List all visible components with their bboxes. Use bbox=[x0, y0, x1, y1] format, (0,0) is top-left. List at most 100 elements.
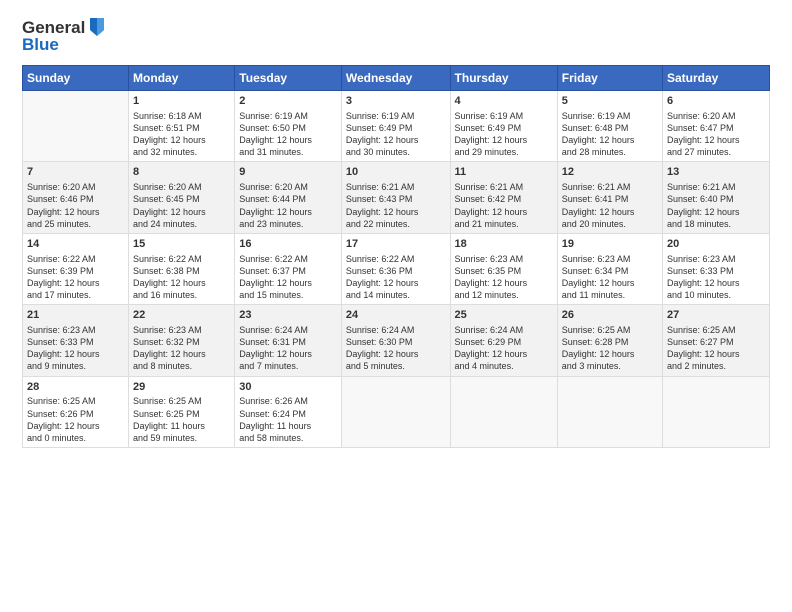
day-info: Sunrise: 6:21 AM Sunset: 6:42 PM Dayligh… bbox=[455, 181, 553, 230]
weekday-header-row: SundayMondayTuesdayWednesdayThursdayFrid… bbox=[23, 66, 770, 91]
day-number: 27 bbox=[667, 308, 765, 323]
day-info: Sunrise: 6:20 AM Sunset: 6:46 PM Dayligh… bbox=[27, 181, 124, 230]
day-number: 13 bbox=[667, 165, 765, 180]
logo-icon bbox=[87, 16, 107, 38]
calendar-day-cell: 16Sunrise: 6:22 AM Sunset: 6:37 PM Dayli… bbox=[235, 233, 342, 304]
calendar-day-cell: 29Sunrise: 6:25 AM Sunset: 6:25 PM Dayli… bbox=[129, 376, 235, 447]
day-info: Sunrise: 6:25 AM Sunset: 6:27 PM Dayligh… bbox=[667, 324, 765, 373]
day-number: 3 bbox=[346, 94, 446, 109]
calendar-week-row: 28Sunrise: 6:25 AM Sunset: 6:26 PM Dayli… bbox=[23, 376, 770, 447]
calendar-day-cell bbox=[557, 376, 662, 447]
weekday-sunday: Sunday bbox=[23, 66, 129, 91]
calendar-day-cell bbox=[663, 376, 770, 447]
day-info: Sunrise: 6:18 AM Sunset: 6:51 PM Dayligh… bbox=[133, 110, 230, 159]
page: General Blue SundayMondayTuesdayWednesda… bbox=[0, 0, 792, 612]
calendar-day-cell: 10Sunrise: 6:21 AM Sunset: 6:43 PM Dayli… bbox=[341, 162, 450, 233]
calendar-day-cell bbox=[450, 376, 557, 447]
day-number: 25 bbox=[455, 308, 553, 323]
day-info: Sunrise: 6:19 AM Sunset: 6:49 PM Dayligh… bbox=[346, 110, 446, 159]
calendar-day-cell: 5Sunrise: 6:19 AM Sunset: 6:48 PM Daylig… bbox=[557, 91, 662, 162]
day-info: Sunrise: 6:24 AM Sunset: 6:31 PM Dayligh… bbox=[239, 324, 337, 373]
calendar-day-cell: 15Sunrise: 6:22 AM Sunset: 6:38 PM Dayli… bbox=[129, 233, 235, 304]
header: General Blue bbox=[22, 18, 770, 55]
calendar-week-row: 1Sunrise: 6:18 AM Sunset: 6:51 PM Daylig… bbox=[23, 91, 770, 162]
day-number: 23 bbox=[239, 308, 337, 323]
calendar-day-cell: 27Sunrise: 6:25 AM Sunset: 6:27 PM Dayli… bbox=[663, 305, 770, 376]
day-number: 16 bbox=[239, 237, 337, 252]
day-info: Sunrise: 6:21 AM Sunset: 6:43 PM Dayligh… bbox=[346, 181, 446, 230]
day-info: Sunrise: 6:24 AM Sunset: 6:30 PM Dayligh… bbox=[346, 324, 446, 373]
weekday-tuesday: Tuesday bbox=[235, 66, 342, 91]
day-info: Sunrise: 6:19 AM Sunset: 6:49 PM Dayligh… bbox=[455, 110, 553, 159]
day-number: 30 bbox=[239, 380, 337, 395]
calendar-day-cell: 14Sunrise: 6:22 AM Sunset: 6:39 PM Dayli… bbox=[23, 233, 129, 304]
day-number: 20 bbox=[667, 237, 765, 252]
calendar-day-cell: 21Sunrise: 6:23 AM Sunset: 6:33 PM Dayli… bbox=[23, 305, 129, 376]
calendar-day-cell: 13Sunrise: 6:21 AM Sunset: 6:40 PM Dayli… bbox=[663, 162, 770, 233]
day-info: Sunrise: 6:22 AM Sunset: 6:37 PM Dayligh… bbox=[239, 253, 337, 302]
day-number: 7 bbox=[27, 165, 124, 180]
calendar-day-cell: 26Sunrise: 6:25 AM Sunset: 6:28 PM Dayli… bbox=[557, 305, 662, 376]
day-info: Sunrise: 6:25 AM Sunset: 6:25 PM Dayligh… bbox=[133, 395, 230, 444]
calendar-day-cell: 8Sunrise: 6:20 AM Sunset: 6:45 PM Daylig… bbox=[129, 162, 235, 233]
calendar-day-cell: 1Sunrise: 6:18 AM Sunset: 6:51 PM Daylig… bbox=[129, 91, 235, 162]
calendar-day-cell: 17Sunrise: 6:22 AM Sunset: 6:36 PM Dayli… bbox=[341, 233, 450, 304]
calendar-day-cell: 19Sunrise: 6:23 AM Sunset: 6:34 PM Dayli… bbox=[557, 233, 662, 304]
calendar-day-cell: 11Sunrise: 6:21 AM Sunset: 6:42 PM Dayli… bbox=[450, 162, 557, 233]
day-number: 5 bbox=[562, 94, 658, 109]
weekday-thursday: Thursday bbox=[450, 66, 557, 91]
day-info: Sunrise: 6:19 AM Sunset: 6:48 PM Dayligh… bbox=[562, 110, 658, 159]
day-info: Sunrise: 6:23 AM Sunset: 6:35 PM Dayligh… bbox=[455, 253, 553, 302]
day-info: Sunrise: 6:21 AM Sunset: 6:40 PM Dayligh… bbox=[667, 181, 765, 230]
calendar-day-cell: 28Sunrise: 6:25 AM Sunset: 6:26 PM Dayli… bbox=[23, 376, 129, 447]
day-info: Sunrise: 6:25 AM Sunset: 6:28 PM Dayligh… bbox=[562, 324, 658, 373]
day-number: 29 bbox=[133, 380, 230, 395]
day-number: 28 bbox=[27, 380, 124, 395]
calendar-day-cell: 30Sunrise: 6:26 AM Sunset: 6:24 PM Dayli… bbox=[235, 376, 342, 447]
calendar-day-cell: 23Sunrise: 6:24 AM Sunset: 6:31 PM Dayli… bbox=[235, 305, 342, 376]
weekday-saturday: Saturday bbox=[663, 66, 770, 91]
day-number: 1 bbox=[133, 94, 230, 109]
day-number: 6 bbox=[667, 94, 765, 109]
day-number: 19 bbox=[562, 237, 658, 252]
day-number: 18 bbox=[455, 237, 553, 252]
day-number: 15 bbox=[133, 237, 230, 252]
day-number: 11 bbox=[455, 165, 553, 180]
day-number: 14 bbox=[27, 237, 124, 252]
day-number: 21 bbox=[27, 308, 124, 323]
calendar-table: SundayMondayTuesdayWednesdayThursdayFrid… bbox=[22, 65, 770, 448]
day-number: 12 bbox=[562, 165, 658, 180]
calendar-day-cell bbox=[341, 376, 450, 447]
day-info: Sunrise: 6:23 AM Sunset: 6:32 PM Dayligh… bbox=[133, 324, 230, 373]
day-number: 24 bbox=[346, 308, 446, 323]
day-info: Sunrise: 6:20 AM Sunset: 6:45 PM Dayligh… bbox=[133, 181, 230, 230]
day-info: Sunrise: 6:22 AM Sunset: 6:38 PM Dayligh… bbox=[133, 253, 230, 302]
day-info: Sunrise: 6:23 AM Sunset: 6:33 PM Dayligh… bbox=[27, 324, 124, 373]
day-number: 4 bbox=[455, 94, 553, 109]
day-number: 26 bbox=[562, 308, 658, 323]
calendar-day-cell: 12Sunrise: 6:21 AM Sunset: 6:41 PM Dayli… bbox=[557, 162, 662, 233]
day-number: 8 bbox=[133, 165, 230, 180]
calendar-day-cell: 3Sunrise: 6:19 AM Sunset: 6:49 PM Daylig… bbox=[341, 91, 450, 162]
calendar-week-row: 21Sunrise: 6:23 AM Sunset: 6:33 PM Dayli… bbox=[23, 305, 770, 376]
calendar-day-cell: 18Sunrise: 6:23 AM Sunset: 6:35 PM Dayli… bbox=[450, 233, 557, 304]
day-number: 17 bbox=[346, 237, 446, 252]
logo-blue-text: Blue bbox=[22, 35, 107, 55]
day-number: 9 bbox=[239, 165, 337, 180]
calendar-day-cell: 4Sunrise: 6:19 AM Sunset: 6:49 PM Daylig… bbox=[450, 91, 557, 162]
day-info: Sunrise: 6:23 AM Sunset: 6:34 PM Dayligh… bbox=[562, 253, 658, 302]
calendar-day-cell: 9Sunrise: 6:20 AM Sunset: 6:44 PM Daylig… bbox=[235, 162, 342, 233]
calendar-day-cell bbox=[23, 91, 129, 162]
day-info: Sunrise: 6:20 AM Sunset: 6:44 PM Dayligh… bbox=[239, 181, 337, 230]
day-info: Sunrise: 6:22 AM Sunset: 6:36 PM Dayligh… bbox=[346, 253, 446, 302]
day-number: 22 bbox=[133, 308, 230, 323]
calendar-day-cell: 25Sunrise: 6:24 AM Sunset: 6:29 PM Dayli… bbox=[450, 305, 557, 376]
day-info: Sunrise: 6:21 AM Sunset: 6:41 PM Dayligh… bbox=[562, 181, 658, 230]
day-info: Sunrise: 6:25 AM Sunset: 6:26 PM Dayligh… bbox=[27, 395, 124, 444]
day-info: Sunrise: 6:24 AM Sunset: 6:29 PM Dayligh… bbox=[455, 324, 553, 373]
weekday-wednesday: Wednesday bbox=[341, 66, 450, 91]
logo: General Blue bbox=[22, 18, 107, 55]
calendar-day-cell: 22Sunrise: 6:23 AM Sunset: 6:32 PM Dayli… bbox=[129, 305, 235, 376]
calendar-day-cell: 24Sunrise: 6:24 AM Sunset: 6:30 PM Dayli… bbox=[341, 305, 450, 376]
calendar-day-cell: 6Sunrise: 6:20 AM Sunset: 6:47 PM Daylig… bbox=[663, 91, 770, 162]
